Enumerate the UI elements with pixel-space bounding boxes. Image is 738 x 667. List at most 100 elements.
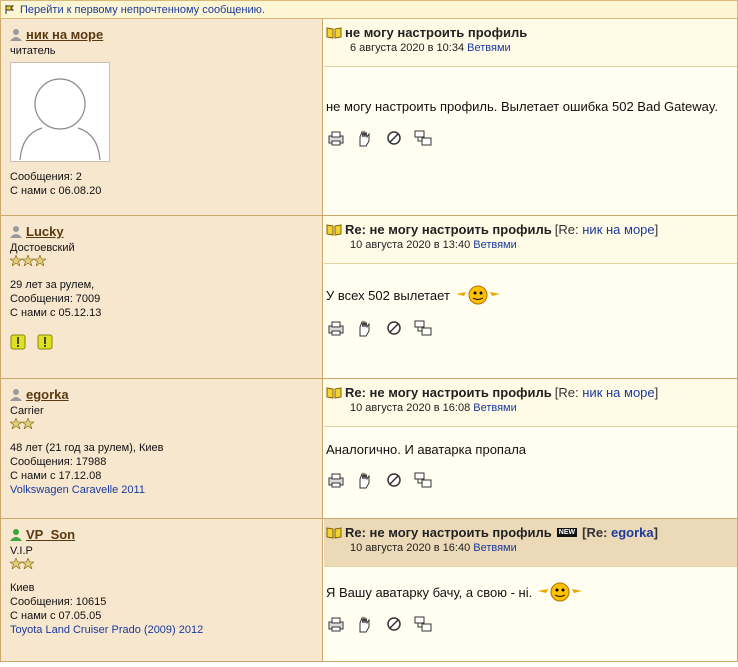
author-role: читатель <box>10 45 56 57</box>
post-2: Lucky Достоевский 29 лет за рулем, Сообщ… <box>0 216 738 379</box>
post-author-panel: ник на море читатель Сообщения: 2 С нами… <box>1 19 323 215</box>
author-role: V.I.P <box>10 545 33 557</box>
default-avatar-icon <box>19 78 101 160</box>
block-icon[interactable] <box>384 471 404 489</box>
author-joined: С нами с 07.05.05 <box>10 610 102 622</box>
smiley-icon <box>538 582 583 602</box>
tree-view-icon[interactable] <box>413 319 433 337</box>
post-subject[interactable]: Re: не могу настроить профиль <box>345 385 552 400</box>
author-stars <box>10 255 313 266</box>
post-subject[interactable]: Re: не могу настроить профиль <box>345 525 552 540</box>
author-info: 48 лет (21 год за рулем), Киев <box>10 442 164 454</box>
reply-hand-icon[interactable] <box>355 615 375 633</box>
post-actions <box>326 319 433 337</box>
reply-to-user-link[interactable]: ник на море <box>582 385 654 400</box>
tree-view-icon[interactable] <box>413 471 433 489</box>
book-icon <box>326 26 342 39</box>
star-icon <box>10 255 22 266</box>
post-date: 10 августа 2020 в 16:40 <box>350 542 471 554</box>
print-icon[interactable] <box>326 319 346 337</box>
block-icon[interactable] <box>384 129 404 147</box>
reply-hand-icon[interactable] <box>355 319 375 337</box>
post-actions <box>326 471 433 489</box>
reply-to: [Re: ник на море] <box>554 222 659 237</box>
author-name[interactable]: VP_Son <box>26 527 75 542</box>
post-4: VP_Son V.I.P Киев Сообщения: 10615 С нам… <box>0 519 738 662</box>
print-icon[interactable] <box>326 471 346 489</box>
author-messages: Сообщения: 17988 <box>10 456 107 468</box>
post-subject[interactable]: Re: не могу настроить профиль <box>345 222 552 237</box>
book-icon <box>326 386 342 399</box>
author-joined: С нами с 05.12.13 <box>10 307 102 319</box>
post-header: Re: не могу настроить профиль [Re: ник н… <box>324 216 737 264</box>
book-icon <box>326 223 342 236</box>
author-role: Достоевский <box>10 242 75 254</box>
author-messages: Сообщения: 7009 <box>10 293 101 305</box>
tree-view-icon[interactable] <box>413 615 433 633</box>
author-name[interactable]: Lucky <box>26 224 64 239</box>
author-info: Киев <box>10 582 35 594</box>
reply-to: [Re: ник на море] <box>554 385 659 400</box>
post-header: не могу настроить профиль 6 августа 2020… <box>324 19 737 67</box>
user-offline-icon <box>10 226 22 238</box>
post-subject[interactable]: не могу настроить профиль <box>345 25 527 40</box>
warning-icon[interactable] <box>10 334 26 350</box>
post-text: Аналогично. И аватарка пропала <box>326 442 527 457</box>
block-icon[interactable] <box>384 319 404 337</box>
branches-link[interactable]: Ветвями <box>473 542 517 554</box>
author-name[interactable]: ник на море <box>26 27 103 42</box>
tree-view-icon[interactable] <box>413 129 433 147</box>
unread-bar: Перейти к первому непрочтенному сообщени… <box>0 0 738 19</box>
reply-to-user-link[interactable]: egorka <box>611 525 654 540</box>
post-3: egorka Carrier 48 лет (21 год за рулем),… <box>0 379 738 519</box>
book-icon <box>326 526 342 539</box>
post-date: 10 августа 2020 в 13:40 <box>350 239 471 251</box>
block-icon[interactable] <box>384 615 404 633</box>
post-actions <box>326 129 433 147</box>
arrow-flag-icon <box>5 5 15 14</box>
author-joined: С нами с 06.08.20 <box>10 185 102 197</box>
post-header: Re: не могу настроить профиль [Re: ник н… <box>324 379 737 427</box>
post-date: 10 августа 2020 в 16:08 <box>350 402 471 414</box>
star-icon <box>22 418 34 429</box>
branches-link[interactable]: Ветвями <box>473 239 517 251</box>
post-author-panel: Lucky Достоевский 29 лет за рулем, Сообщ… <box>1 216 323 378</box>
avatar[interactable] <box>10 62 110 162</box>
branches-link[interactable]: Ветвями <box>473 402 517 414</box>
reply-to-user-link[interactable]: ник на море <box>582 222 654 237</box>
author-messages: Сообщения: 10615 <box>10 596 107 608</box>
first-unread-link[interactable]: Перейти к первому непрочтенному сообщени… <box>20 4 265 16</box>
post-text: не могу настроить профиль. Вылетает ошиб… <box>326 99 718 114</box>
new-badge: NEW <box>556 528 578 537</box>
star-icon <box>34 255 46 266</box>
post-author-panel: egorka Carrier 48 лет (21 год за рулем),… <box>1 379 323 518</box>
author-role: Carrier <box>10 405 44 417</box>
author-joined: С нами с 17.12.08 <box>10 470 102 482</box>
smiley-icon <box>455 285 500 305</box>
author-info: 29 лет за рулем, <box>10 279 95 291</box>
post-text: Я Вашу аватарку бачу, а свою - ні. <box>326 581 584 603</box>
print-icon[interactable] <box>326 615 346 633</box>
reply-hand-icon[interactable] <box>355 471 375 489</box>
post-author-panel: VP_Son V.I.P Киев Сообщения: 10615 С нам… <box>1 519 323 661</box>
post-1: ник на море читатель Сообщения: 2 С нами… <box>0 19 738 216</box>
star-icon <box>22 255 34 266</box>
author-car[interactable]: Toyota Land Cruiser Prado (2009) 2012 <box>10 623 313 637</box>
warning-icon[interactable] <box>37 334 53 350</box>
author-stars <box>10 418 313 429</box>
user-offline-icon <box>10 389 22 401</box>
post-text: У всех 502 вылетает <box>326 284 502 306</box>
reply-hand-icon[interactable] <box>355 129 375 147</box>
star-icon <box>22 558 34 569</box>
post-date: 6 августа 2020 в 10:34 <box>350 42 465 54</box>
author-name[interactable]: egorka <box>26 387 69 402</box>
star-icon <box>10 558 22 569</box>
star-icon <box>10 418 22 429</box>
author-messages: Сообщения: 2 <box>10 171 82 183</box>
author-car[interactable]: Volkswagen Caravelle 2011 <box>10 483 313 497</box>
print-icon[interactable] <box>326 129 346 147</box>
reply-to: [Re: egorka] <box>582 525 658 540</box>
author-stars <box>10 558 313 569</box>
branches-link[interactable]: Ветвями <box>467 42 511 54</box>
post-header: Re: не могу настроить профиль NEW [Re: e… <box>324 519 737 567</box>
